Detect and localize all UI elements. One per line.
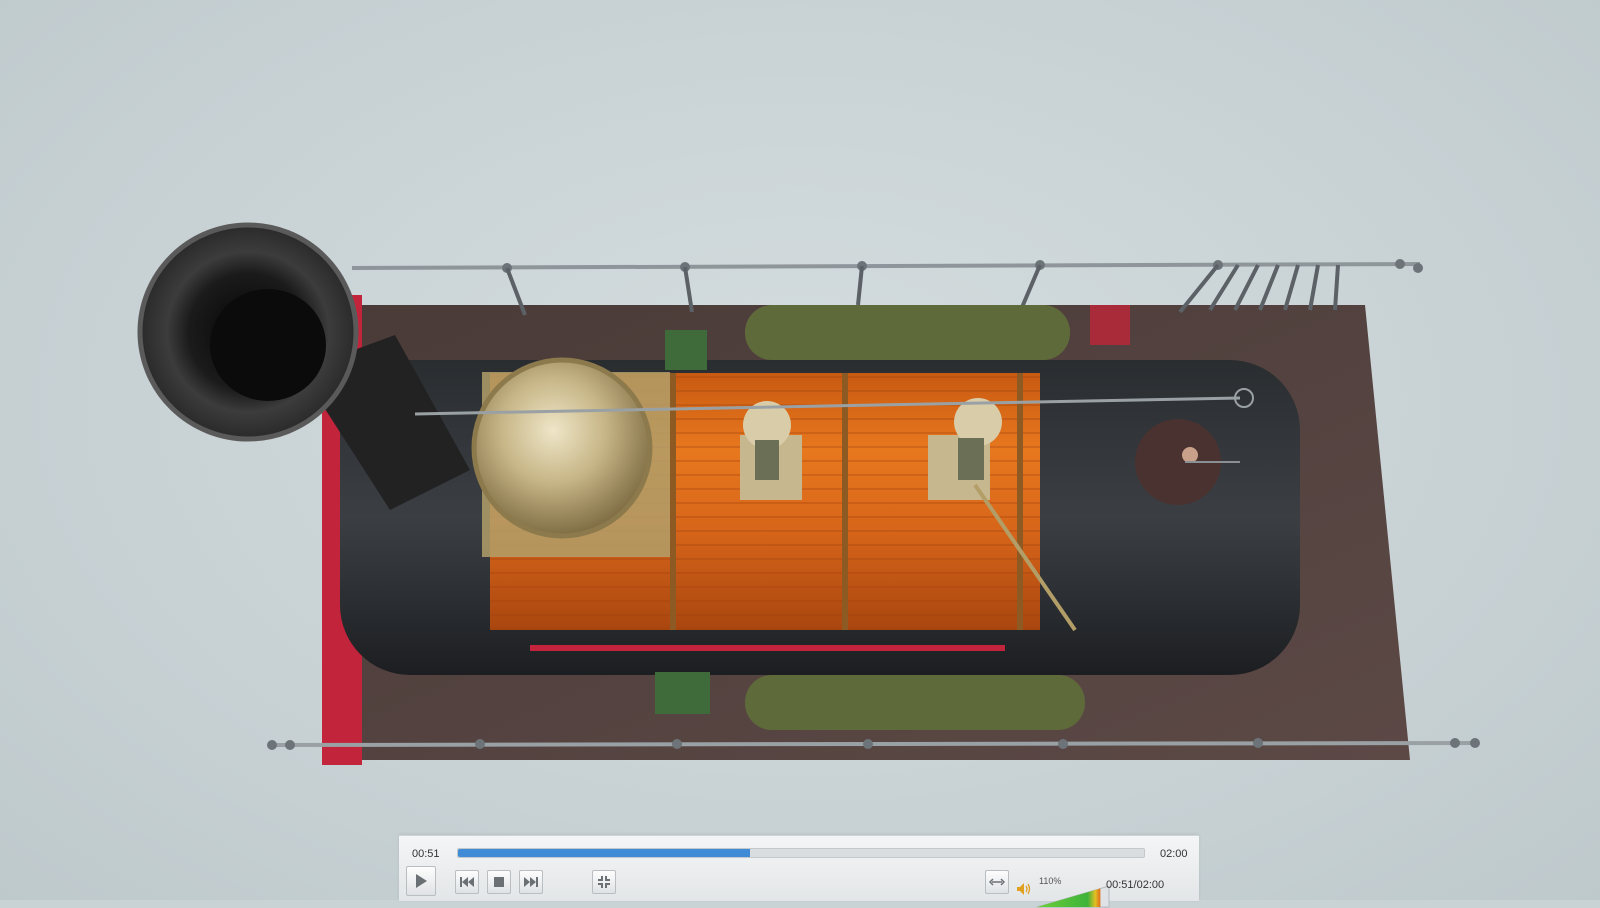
speaker-icon: [1016, 883, 1032, 900]
stop-icon: [494, 877, 504, 887]
fullscreen-button[interactable]: [592, 870, 616, 894]
current-time: 00:51: [412, 848, 440, 860]
player-control-bar: 00:51 02:00 110% 00:51/02:00: [399, 835, 1199, 908]
volume-slider[interactable]: [1037, 886, 1111, 908]
time-readout: 00:51/02:00: [1106, 879, 1165, 891]
stop-button[interactable]: [487, 870, 511, 894]
previous-button[interactable]: [455, 870, 479, 894]
next-button[interactable]: [519, 870, 543, 894]
locomotive-3d-render: [137, 222, 1480, 765]
play-button[interactable]: [406, 866, 436, 896]
play-icon: [414, 873, 428, 889]
seek-bar[interactable]: [457, 848, 1145, 858]
duration: 02:00: [1160, 848, 1188, 860]
exit-fullscreen-icon: [597, 875, 611, 889]
volume-label: 110%: [1039, 876, 1062, 886]
video-viewport[interactable]: 00:51 02:00 110% 00:51/02:00: [0, 0, 1600, 908]
stretch-icon: [989, 878, 1005, 886]
skip-forward-icon: [524, 877, 538, 887]
aspect-ratio-button[interactable]: [985, 870, 1009, 894]
volume-button[interactable]: [1016, 882, 1032, 901]
seek-bar-progress: [458, 849, 750, 857]
skip-back-icon: [460, 877, 474, 887]
